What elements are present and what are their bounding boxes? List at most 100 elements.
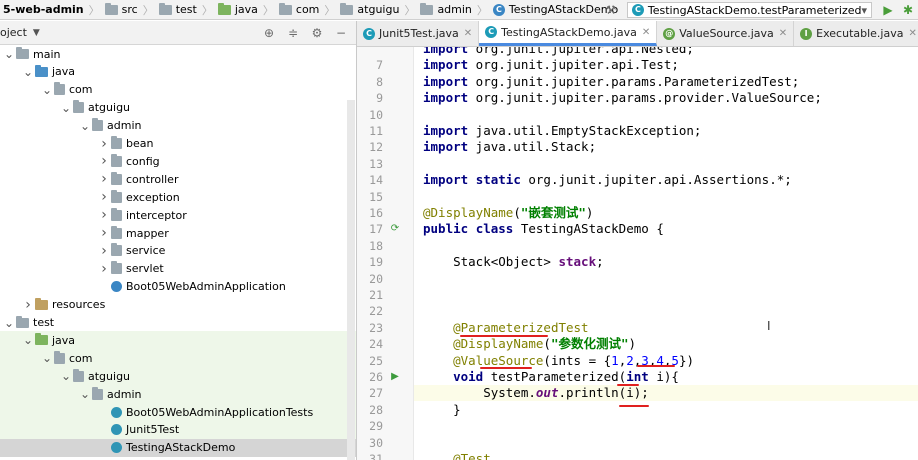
- tree-item[interactable]: › servlet: [0, 260, 356, 278]
- code-line[interactable]: @ParameterizedTest: [423, 320, 588, 336]
- breadcrumb-item[interactable]: 5-web-admin: [0, 0, 87, 19]
- chevron-right-icon[interactable]: ›: [97, 171, 111, 187]
- tree-item[interactable]: ⌄ com: [0, 81, 356, 99]
- breadcrumb-item[interactable]: test: [156, 0, 200, 19]
- line-number: 30: [369, 435, 383, 450]
- code-line[interactable]: import org.junit.jupiter.params.Paramete…: [423, 74, 799, 90]
- project-tree-scrollbar[interactable]: [347, 100, 355, 460]
- close-icon[interactable]: ✕: [908, 28, 916, 39]
- tree-item[interactable]: › resources: [0, 296, 356, 314]
- tree-item[interactable]: ⌄ test: [0, 314, 356, 332]
- tree-item[interactable]: ⌄ admin: [0, 385, 356, 404]
- line-number: 10: [369, 107, 383, 122]
- chevron-right-icon[interactable]: ›: [97, 153, 111, 169]
- tree-item[interactable]: ⌄ main: [0, 45, 356, 63]
- breadcrumb-item[interactable]: com: [276, 0, 323, 19]
- spring-class-icon: [111, 281, 122, 293]
- code-line[interactable]: public class TestingAStackDemo {: [423, 221, 664, 237]
- code-line[interactable]: }: [423, 402, 461, 418]
- code-line[interactable]: Stack<Object> stack;: [423, 254, 604, 270]
- build-hammer-icon[interactable]: ⚒: [601, 0, 621, 19]
- chevron-down-icon[interactable]: ⌄: [2, 317, 16, 329]
- tab-executable-java[interactable]: I Executable.java ✕: [794, 21, 918, 46]
- line-number: 27: [369, 386, 383, 401]
- minimize-icon[interactable]: −: [332, 26, 350, 40]
- chevron-down-icon[interactable]: ⌄: [40, 352, 54, 364]
- breadcrumb-item[interactable]: java: [215, 0, 261, 19]
- tree-item[interactable]: ⌄ admin: [0, 117, 356, 135]
- tab-junit5test-java[interactable]: C Junit5Test.java ✕: [357, 21, 480, 46]
- line-number: 26: [369, 370, 383, 384]
- close-icon[interactable]: ✕: [464, 28, 472, 39]
- tree-item[interactable]: › mapper: [0, 224, 356, 242]
- tree-item[interactable]: ⌄ com: [0, 349, 356, 368]
- chevron-down-icon[interactable]: ⌄: [21, 66, 35, 78]
- code-line[interactable]: @Test: [423, 451, 491, 460]
- tab-label: Executable.java: [816, 27, 904, 40]
- code-line[interactable]: System.out.println(i);: [423, 385, 649, 401]
- tree-item[interactable]: › controller: [0, 170, 356, 188]
- tree-item[interactable]: › config: [0, 152, 356, 170]
- code-editor[interactable]: 7 8 9 10 11 12 13 14 15 16 17 ⟳ 18 19 20 21 22 23 24 25 26 ▶ 2…: [357, 47, 918, 460]
- chevron-right-icon[interactable]: ›: [97, 261, 111, 277]
- tree-item[interactable]: ⌄ java: [0, 63, 356, 81]
- code-line[interactable]: import static org.junit.jupiter.api.Asse…: [423, 172, 792, 188]
- run-test-gutter-icon[interactable]: ⟳: [389, 223, 401, 235]
- chevron-down-icon[interactable]: ⌄: [40, 84, 54, 96]
- breadcrumb-item[interactable]: src: [102, 0, 141, 19]
- run-test-gutter-icon[interactable]: ▶: [389, 371, 401, 383]
- code-line[interactable]: @DisplayName("嵌套测试"): [423, 205, 593, 221]
- run-icon[interactable]: ▶: [878, 0, 898, 19]
- chevron-right-icon[interactable]: ›: [97, 207, 111, 223]
- code-line[interactable]: import org.junit.jupiter.api.Test;: [423, 57, 679, 73]
- collapse-all-icon[interactable]: ≑: [284, 26, 302, 40]
- code-line[interactable]: import org.junit.jupiter.params.provider…: [423, 90, 822, 106]
- project-view-selector[interactable]: oject: [0, 26, 27, 39]
- run-configuration-selector[interactable]: C TestingAStackDemo.testParameterized ▾: [626, 2, 872, 18]
- project-panel-header: oject ▼ ⊕ ≑ ⚙ −: [0, 21, 356, 45]
- code-line[interactable]: import java.util.EmptyStackException;: [423, 123, 701, 139]
- tree-item[interactable]: › interceptor: [0, 206, 356, 224]
- chevron-right-icon[interactable]: ›: [97, 189, 111, 205]
- close-icon[interactable]: ✕: [642, 27, 650, 38]
- code-line[interactable]: void testParameterized(int i){: [423, 369, 679, 385]
- tree-item[interactable]: ⌄ atguigu: [0, 99, 356, 117]
- package-icon: [111, 243, 122, 257]
- chevron-right-icon[interactable]: ›: [97, 243, 111, 259]
- tree-item[interactable]: TestingAStackDemo: [0, 438, 356, 457]
- breadcrumb-item[interactable]: admin: [417, 0, 474, 19]
- tab-valuesource-java[interactable]: @ ValueSource.java ✕: [657, 21, 795, 46]
- chevron-right-icon[interactable]: ›: [97, 225, 111, 241]
- locate-icon[interactable]: ⊕: [260, 26, 278, 40]
- tree-item[interactable]: › bean: [0, 135, 356, 153]
- navigation-bar: 5-web-admin 〉 src 〉 test 〉 java 〉 com 〉 atguigu 〉 ad…: [0, 0, 918, 20]
- chevron-right-icon[interactable]: ›: [21, 297, 35, 313]
- tree-item[interactable]: Boot05WebAdminApplication: [0, 278, 356, 296]
- tree-item[interactable]: ⌄ java: [0, 331, 356, 350]
- tree-item[interactable]: Boot05WebAdminApplicationTests: [0, 403, 356, 421]
- chevron-down-icon[interactable]: ⌄: [78, 388, 92, 400]
- chevron-down-icon[interactable]: ⌄: [2, 48, 16, 60]
- code-line[interactable]: import org.junit.jupiter.api.Nested;: [423, 47, 694, 57]
- tree-item[interactable]: › exception: [0, 188, 356, 206]
- code-line[interactable]: import java.util.Stack;: [423, 139, 596, 155]
- line-number: 11: [369, 124, 383, 138]
- tree-item[interactable]: ⌄ atguigu: [0, 367, 356, 386]
- tree-item[interactable]: Junit5Test: [0, 420, 356, 439]
- chevron-right-icon[interactable]: ›: [97, 136, 111, 152]
- code-line[interactable]: @DisplayName("参数化测试"): [423, 336, 636, 352]
- debug-icon[interactable]: ✱: [898, 0, 918, 19]
- chevron-down-icon[interactable]: ⌄: [78, 120, 92, 132]
- tab-label: Junit5Test.java: [379, 27, 459, 40]
- line-number: 14: [369, 173, 383, 188]
- breadcrumb-item[interactable]: atguigu: [337, 0, 402, 19]
- close-icon[interactable]: ✕: [779, 28, 787, 39]
- chevron-down-icon[interactable]: ⌄: [59, 370, 73, 382]
- gear-icon[interactable]: ⚙: [308, 26, 326, 40]
- chevron-down-icon[interactable]: ▼: [33, 28, 40, 38]
- pen-underline: [480, 367, 532, 369]
- tree-item[interactable]: › service: [0, 242, 356, 260]
- tab-testingastackdemo-java[interactable]: C TestingAStackDemo.java ✕: [479, 21, 658, 46]
- chevron-down-icon[interactable]: ⌄: [21, 334, 35, 346]
- chevron-down-icon[interactable]: ⌄: [59, 102, 73, 114]
